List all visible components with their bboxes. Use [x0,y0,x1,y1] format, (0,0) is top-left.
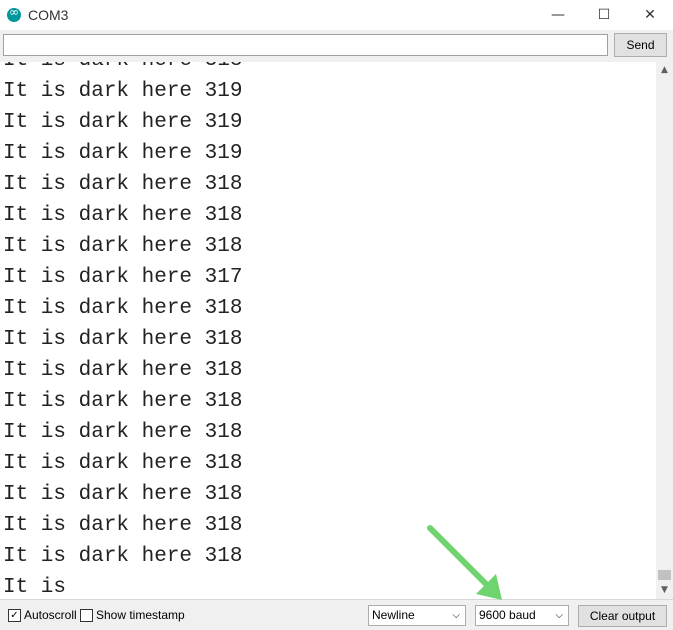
maximize-button[interactable]: ☐ [581,0,627,30]
arduino-icon [7,5,21,22]
autoscroll-checkbox[interactable]: ✓ [8,609,21,622]
line-ending-select[interactable]: Newline ⌵ [368,605,466,626]
output-line: It is dark here 318 [3,204,243,227]
scroll-down-icon[interactable]: ▼ [656,582,673,599]
output-line: It is dark here 318 [3,545,243,568]
output-line: It is dark here 319 [3,111,243,134]
scroll-thumb[interactable] [658,570,671,580]
send-bar: Send [0,30,673,63]
output-line: It is dark here 318 [3,514,243,537]
close-button[interactable]: ✕ [627,0,673,30]
output-line: It is [3,576,67,599]
output-line: It is dark here 318 [3,359,243,382]
chevron-down-icon: ⌵ [452,610,460,621]
scroll-up-icon[interactable]: ▲ [656,62,673,79]
output-line: It is dark here 318 [3,297,243,320]
output-line: It is dark here 319 [3,142,243,165]
output-line: It is dark here 318 [3,483,243,506]
timestamp-checkbox[interactable] [80,609,93,622]
output-line: It is dark here 318 [3,390,243,413]
vertical-scrollbar[interactable]: ▲ ▼ [656,62,673,599]
serial-input[interactable] [3,34,608,56]
output-line: It is dark here 317 [3,266,243,289]
output-line: It is dark here 318 [3,173,243,196]
line-ending-value: Newline [372,608,415,622]
output-line: It is dark here 318 [3,421,243,444]
send-button[interactable]: Send [614,33,667,57]
output-line: It is dark here 318 [3,452,243,475]
output-line: It is dark here 318 [3,235,243,258]
output-lines: It is dark here 318 It is dark here 319 It… [3,62,242,599]
baud-rate-select[interactable]: 9600 baud ⌵ [475,605,569,626]
clear-output-button[interactable]: Clear output [578,605,667,627]
output-line: It is dark here 319 [3,80,243,103]
minimize-button[interactable]: — [535,0,581,30]
window-title: COM3 [28,7,69,23]
status-bar: ✓ Autoscroll Show timestamp Newline ⌵ 96… [0,599,673,630]
timestamp-label: Show timestamp [96,608,185,622]
output-line: It is dark here 318 [3,328,243,351]
output-line: It is dark here 318 [3,62,242,76]
title-bar: COM3 — ☐ ✕ [0,0,673,30]
chevron-down-icon: ⌵ [555,610,563,621]
serial-output[interactable]: It is dark here 318 It is dark here 319 It… [0,62,656,599]
baud-rate-value: 9600 baud [479,608,536,622]
autoscroll-label: Autoscroll [24,608,77,622]
